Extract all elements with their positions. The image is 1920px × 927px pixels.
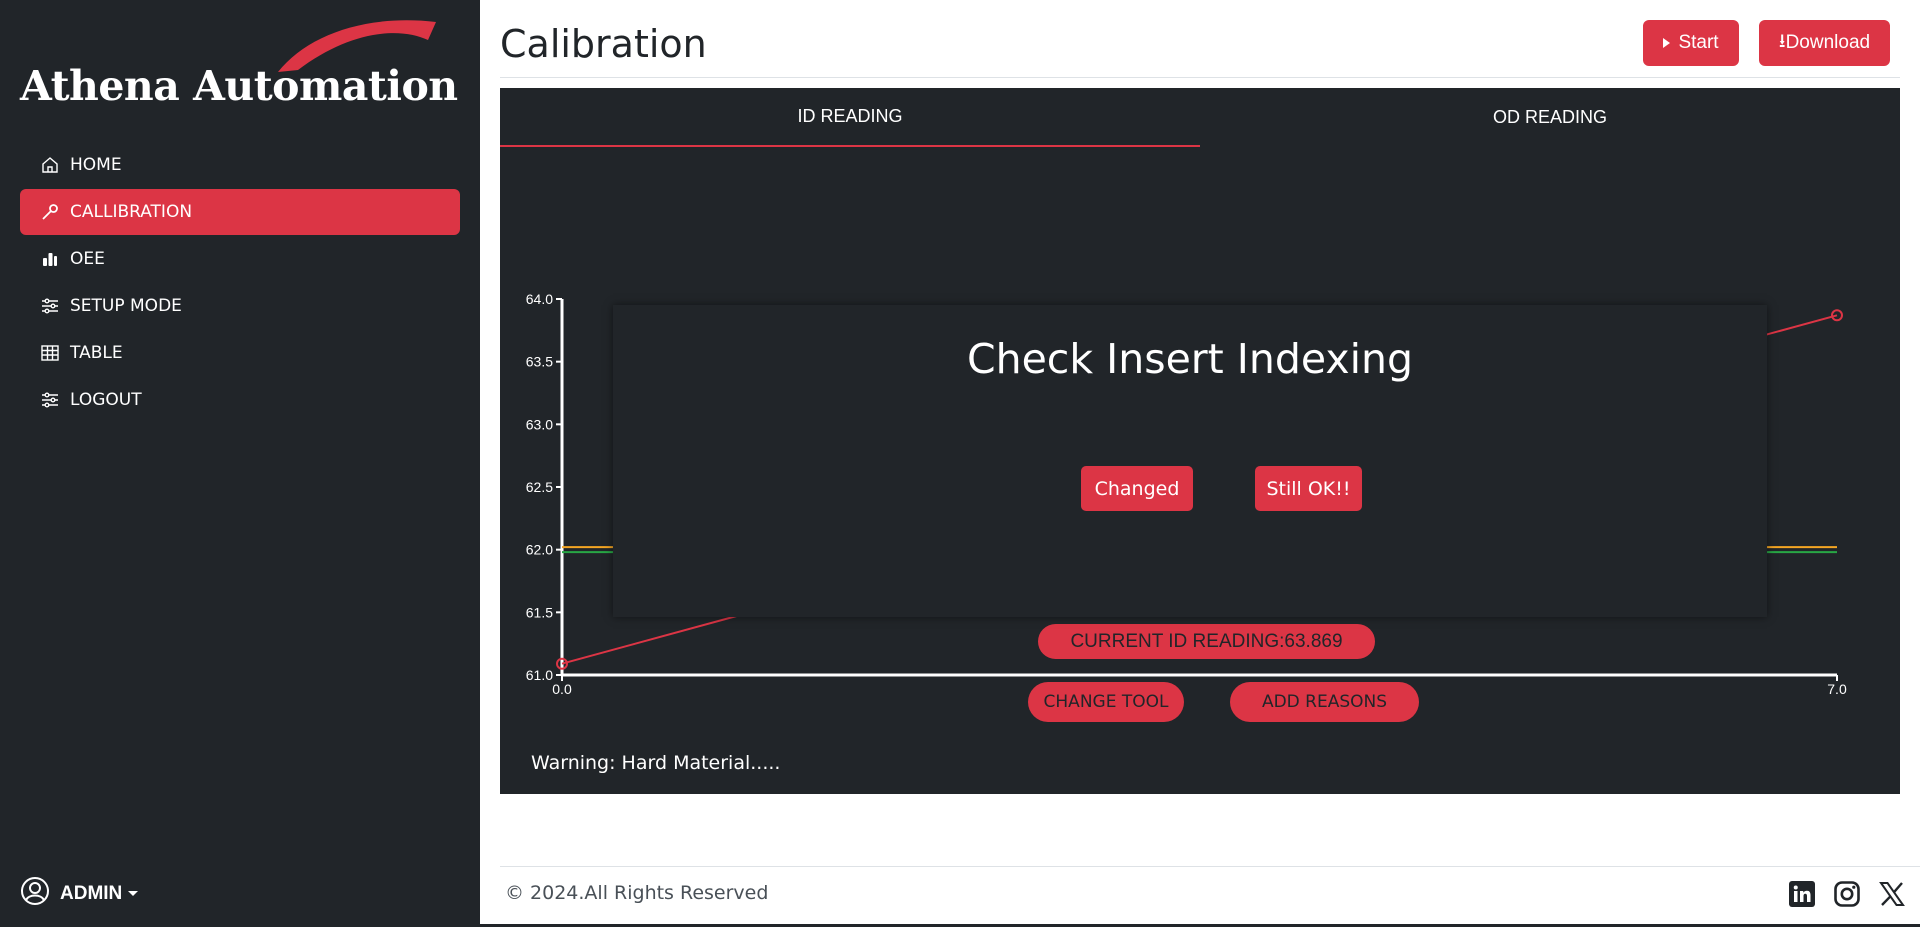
sidebar-item-label: OEE xyxy=(70,249,105,269)
sidebar-item-label: TABLE xyxy=(70,343,123,363)
play-icon xyxy=(1663,38,1671,48)
y-tick-label: 63.5 xyxy=(526,354,553,370)
user-name: ADMIN xyxy=(60,882,123,904)
start-label: Start xyxy=(1678,32,1719,53)
reading-value: 63.869 xyxy=(1284,630,1343,652)
linkedin-icon[interactable] xyxy=(1788,880,1816,908)
current-reading-badge: CURRENT ID READING : 63.869 xyxy=(1038,624,1375,659)
wrench-icon xyxy=(40,202,60,222)
copyright-text: © 2024.All Rights Reserved xyxy=(505,882,769,904)
tab-id-reading[interactable]: ID READING xyxy=(500,88,1200,147)
sidebar-item-home[interactable]: HOME xyxy=(20,142,460,188)
sidebar-item-setup-mode[interactable]: SETUP MODE xyxy=(20,283,460,329)
sidebar-item-callibration[interactable]: CALLIBRATION xyxy=(20,189,460,235)
footer-divider xyxy=(500,866,1920,867)
sliders-icon xyxy=(40,390,60,410)
reading-label: CURRENT ID READING xyxy=(1070,630,1280,652)
sidebar-item-label: SETUP MODE xyxy=(70,296,182,316)
start-button[interactable]: Start xyxy=(1643,20,1739,66)
still-ok-button[interactable]: Still OK!! xyxy=(1255,466,1362,511)
sidebar-item-label: LOGOUT xyxy=(70,390,142,410)
download-icon: ⭳ xyxy=(1778,31,1786,52)
change-tool-button[interactable]: CHANGE TOOL xyxy=(1028,682,1184,722)
download-button[interactable]: ⭳ Download xyxy=(1759,20,1890,66)
caret-down-icon xyxy=(128,891,139,896)
brand-logo: Athena Automation xyxy=(20,14,465,114)
x-tick-label: 0.0 xyxy=(552,681,572,697)
y-tick-label: 62.0 xyxy=(526,542,553,558)
y-tick-label: 62.5 xyxy=(526,479,553,495)
home-icon xyxy=(40,155,60,175)
add-reasons-button[interactable]: ADD REASONS xyxy=(1230,682,1419,722)
sidebar-item-label: HOME xyxy=(70,155,122,175)
y-tick-label: 61.0 xyxy=(526,667,553,683)
sidebar-item-oee[interactable]: OEE xyxy=(20,236,460,282)
y-tick-label: 63.0 xyxy=(526,416,553,432)
header-divider xyxy=(500,77,1900,78)
download-label: Download xyxy=(1785,32,1871,53)
bar-chart-icon xyxy=(40,249,60,269)
changed-button[interactable]: Changed xyxy=(1081,466,1193,511)
sidebar-item-label: CALLIBRATION xyxy=(70,202,193,222)
table-icon xyxy=(40,343,60,363)
y-tick-label: 64.0 xyxy=(526,291,553,307)
sliders-icon xyxy=(40,296,60,316)
logo-text: Athena Automation xyxy=(20,62,458,110)
x-icon[interactable] xyxy=(1878,880,1906,908)
warning-text: Warning: Hard Material..... xyxy=(531,752,781,774)
sidebar-item-table[interactable]: TABLE xyxy=(20,330,460,376)
x-tick-label: 7.0 xyxy=(1827,681,1847,697)
sidebar: Athena Automation HOME CALLIBRATION OEE … xyxy=(0,0,480,927)
page-title: Calibration xyxy=(500,22,707,66)
check-insert-modal: Check Insert Indexing Changed Still OK!! xyxy=(613,305,1767,617)
user-menu[interactable]: ADMIN xyxy=(20,876,139,911)
sidebar-nav: HOME CALLIBRATION OEE SETUP MODE TABLE L… xyxy=(20,142,460,424)
modal-title: Check Insert Indexing xyxy=(966,335,1414,383)
y-tick-label: 61.5 xyxy=(526,604,553,620)
instagram-icon[interactable] xyxy=(1833,880,1861,908)
user-circle-icon xyxy=(20,876,50,911)
tab-od-reading[interactable]: OD READING xyxy=(1200,88,1900,147)
sidebar-item-logout[interactable]: LOGOUT xyxy=(20,377,460,423)
